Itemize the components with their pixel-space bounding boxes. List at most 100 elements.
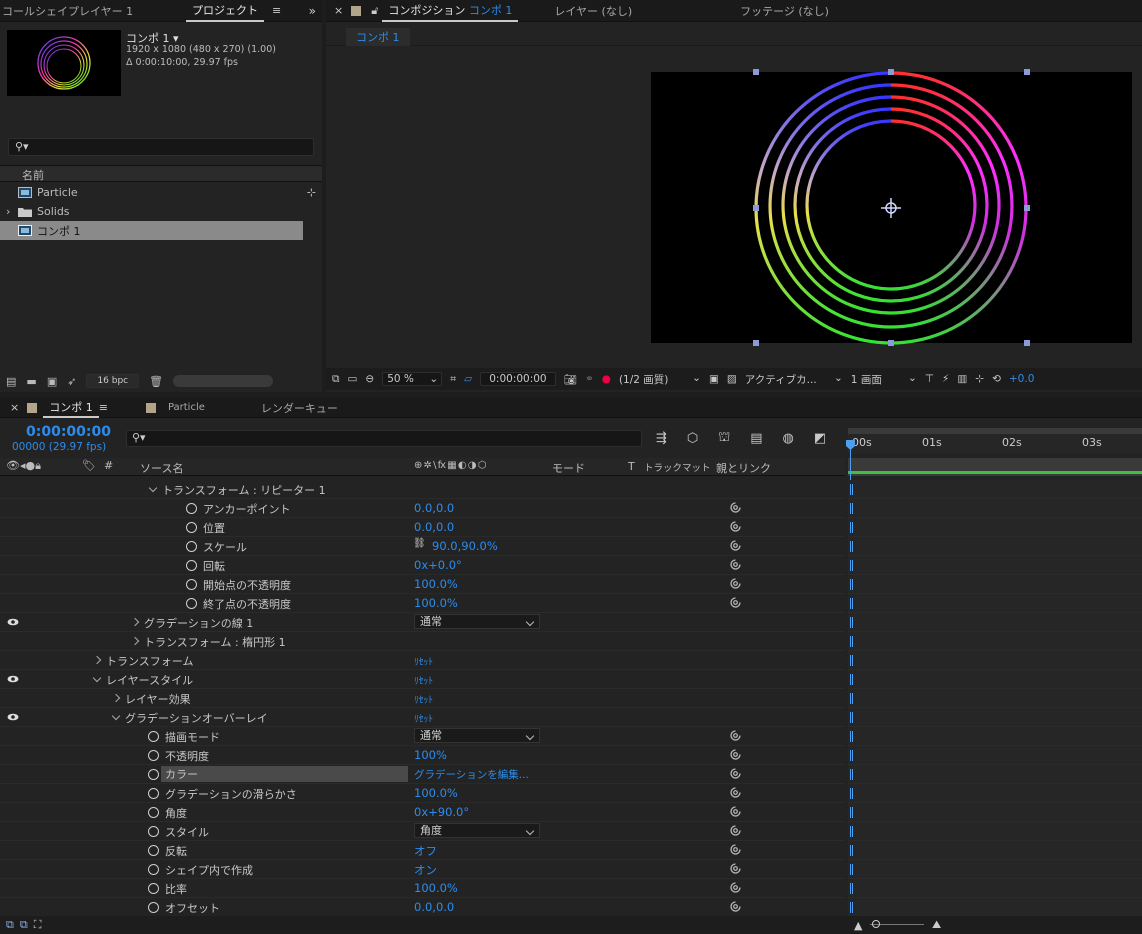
draft-3d-icon[interactable]: ⬡ [687, 431, 698, 446]
zoom-select[interactable]: 50 % ⌄ [382, 372, 443, 386]
keyframe-nav-icon[interactable] [850, 731, 853, 742]
property-row[interactable]: レイヤースタイル ﾘｾｯﾄ [0, 670, 845, 689]
property-row[interactable]: アンカーポイント 0.0,0.0 [0, 499, 845, 518]
property-value[interactable]: 100.0% [414, 786, 458, 800]
channel-icon[interactable]: ● [602, 373, 611, 385]
property-value[interactable]: 0.0,0.0 [414, 520, 454, 534]
project-item-particle[interactable]: Particle ⊹ [0, 183, 322, 202]
keyframe-nav-icon[interactable] [850, 902, 853, 913]
keyframe-nav-icon[interactable] [850, 826, 853, 837]
keyframe-nav-icon[interactable] [850, 503, 853, 514]
resolution-select[interactable]: (1/2 画質) ⌄ [619, 372, 701, 387]
property-value[interactable]: オフ [414, 843, 437, 859]
current-time[interactable]: 0:00:00:00 [26, 424, 111, 440]
stopwatch-icon[interactable] [148, 864, 159, 875]
anchor-point-icon[interactable] [881, 198, 901, 218]
column-name[interactable]: 名前 [22, 167, 44, 183]
chevron-right-icon[interactable] [111, 693, 121, 703]
property-value[interactable]: 90.0,90.0% [432, 539, 498, 553]
fast-preview-icon[interactable]: ⚡︎ [942, 373, 949, 385]
expand-panel-icon[interactable]: » [309, 4, 316, 18]
keyframe-nav-icon[interactable] [850, 807, 853, 818]
transparency-grid-icon[interactable]: ▨ [727, 373, 737, 385]
chevron-down-icon[interactable] [92, 673, 102, 683]
mask-visibility-icon[interactable]: ▱ [464, 373, 472, 385]
close-icon[interactable]: × [334, 4, 343, 17]
mode-dropdown[interactable]: 角度 [414, 823, 540, 838]
project-search-input[interactable]: ⚲▾ [8, 138, 314, 156]
property-row[interactable]: オフセット 0.0,0.0 [0, 898, 845, 917]
tab-particle-timeline[interactable]: Particle [162, 402, 211, 413]
flowchart-icon[interactable]: ⊹ [307, 186, 316, 199]
timeline-settings-icon[interactable]: ⛶ [34, 918, 42, 932]
comp-canvas[interactable] [651, 69, 1132, 346]
pickwhip-icon[interactable] [730, 863, 741, 874]
monitor-icon[interactable]: ▭ [348, 373, 358, 385]
pickwhip-icon[interactable] [730, 825, 741, 836]
parent-header[interactable]: 親とリンク [716, 460, 771, 476]
property-value[interactable]: 0.0,0.0 [414, 501, 454, 515]
timeline-track[interactable] [848, 727, 1142, 746]
frame-blending-icon[interactable]: ▤ [750, 431, 762, 446]
keyframe-nav-icon[interactable] [850, 674, 853, 685]
property-row[interactable]: トランスフォーム : 楕円形 1 [0, 632, 845, 651]
property-value[interactable]: 0x+90.0° [414, 805, 469, 819]
breadcrumb-comp1[interactable]: コンポ 1 [346, 28, 410, 46]
reset-link[interactable]: ﾘｾｯﾄ [414, 654, 433, 668]
eye-icon[interactable] [7, 675, 19, 683]
pickwhip-icon[interactable] [730, 730, 741, 741]
property-value[interactable]: 100.0% [414, 577, 458, 591]
project-item-solids[interactable]: › Solids [0, 202, 322, 221]
property-row[interactable]: 反転 オフ [0, 841, 845, 860]
reset-link[interactable]: ﾘｾｯﾄ [414, 692, 433, 706]
property-value[interactable]: 100.0% [414, 881, 458, 895]
panel-menu-icon[interactable]: ≡ [272, 4, 281, 17]
timeline-track[interactable] [848, 632, 1142, 651]
layer-switches-toggle-icon[interactable]: ⧉ [6, 918, 14, 932]
keyframe-nav-icon[interactable] [850, 636, 853, 647]
timeline-track[interactable] [848, 746, 1142, 765]
tab-comp1-timeline[interactable]: コンポ 1 [43, 398, 99, 418]
stopwatch-icon[interactable] [148, 845, 159, 856]
property-row[interactable]: 不透明度 100% [0, 746, 845, 765]
shy-layers-icon[interactable]: ⛫ [718, 430, 730, 447]
stopwatch-icon[interactable] [148, 807, 159, 818]
project-item-comp1[interactable]: コンポ 1 [0, 221, 303, 240]
interpret-footage-icon[interactable]: ▤ [6, 375, 16, 388]
stopwatch-icon[interactable] [148, 902, 159, 913]
timeline-track[interactable] [848, 499, 1142, 518]
property-row[interactable]: グラデーションオーバーレイ ﾘｾｯﾄ [0, 708, 845, 727]
stopwatch-icon[interactable] [148, 826, 159, 837]
keyframe-nav-icon[interactable] [850, 541, 853, 552]
property-row[interactable]: スタイル 角度 [0, 822, 845, 841]
timeline-track[interactable] [848, 784, 1142, 803]
tab-layer[interactable]: レイヤー (なし) [548, 3, 638, 19]
label-icon[interactable]: 🏷︎ [82, 459, 96, 472]
time-ruler[interactable]: 00s 01s 02s 03s [848, 428, 1142, 454]
pickwhip-icon[interactable] [730, 787, 741, 798]
view-layout-select[interactable]: 1 画面 ⌄ [851, 372, 917, 387]
property-row[interactable]: グラデーションの滑らかさ 100.0% [0, 784, 845, 803]
stopwatch-icon[interactable] [148, 750, 159, 761]
timeline-track[interactable] [848, 518, 1142, 537]
timeline-track[interactable] [848, 594, 1142, 613]
stopwatch-icon[interactable] [148, 769, 159, 780]
stopwatch-icon[interactable] [186, 579, 197, 590]
always-preview-icon[interactable]: ⧉ [332, 373, 340, 386]
reset-link[interactable]: ﾘｾｯﾄ [414, 673, 433, 687]
keyframe-nav-icon[interactable] [850, 845, 853, 856]
timeline-track[interactable] [848, 803, 1142, 822]
keyframe-nav-icon[interactable] [850, 598, 853, 609]
timeline-track[interactable] [848, 879, 1142, 898]
av-switches-icon[interactable]: 👁︎◂●🔒︎ [6, 459, 41, 473]
stopwatch-icon[interactable] [186, 560, 197, 571]
toggle-pixel-aspect-icon[interactable]: ⊤ [925, 373, 934, 385]
property-row[interactable]: レイヤー効果 ﾘｾｯﾄ [0, 689, 845, 708]
keyframe-nav-icon[interactable] [850, 883, 853, 894]
property-row[interactable]: トランスフォーム ﾘｾｯﾄ [0, 651, 845, 670]
pickwhip-icon[interactable] [730, 540, 741, 551]
property-value[interactable]: オン [414, 862, 437, 878]
pickwhip-icon[interactable] [730, 578, 741, 589]
pickwhip-icon[interactable] [730, 768, 741, 779]
property-value[interactable]: グラデーションを編集... [414, 767, 529, 782]
